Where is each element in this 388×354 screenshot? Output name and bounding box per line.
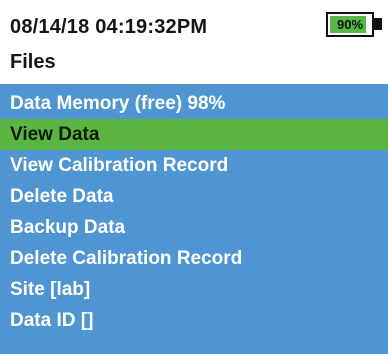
device-screen: 08/14/18 04:19:32PM 90% Files Data Memor…: [0, 0, 388, 354]
files-menu: Data Memory (free) 98% View Data View Ca…: [0, 84, 388, 354]
menu-item-data-memory[interactable]: Data Memory (free) 98%: [0, 88, 388, 119]
menu-item-delete-calibration-record[interactable]: Delete Calibration Record: [0, 243, 388, 274]
menu-item-site[interactable]: Site [lab]: [0, 274, 388, 305]
menu-item-view-calibration-record[interactable]: View Calibration Record: [0, 150, 388, 181]
status-header: 08/14/18 04:19:32PM 90% Files: [0, 0, 388, 84]
battery-cap-icon: [374, 18, 382, 30]
menu-item-delete-data[interactable]: Delete Data: [0, 181, 388, 212]
menu-item-view-data[interactable]: View Data: [0, 119, 388, 150]
menu-item-data-id[interactable]: Data ID []: [0, 305, 388, 336]
battery-percent-label: 90%: [336, 17, 364, 32]
page-title: Files: [10, 51, 56, 73]
datetime-label: 08/14/18 04:19:32PM: [10, 16, 208, 38]
menu-item-backup-data[interactable]: Backup Data: [0, 212, 388, 243]
battery-icon: 90%: [326, 12, 374, 37]
